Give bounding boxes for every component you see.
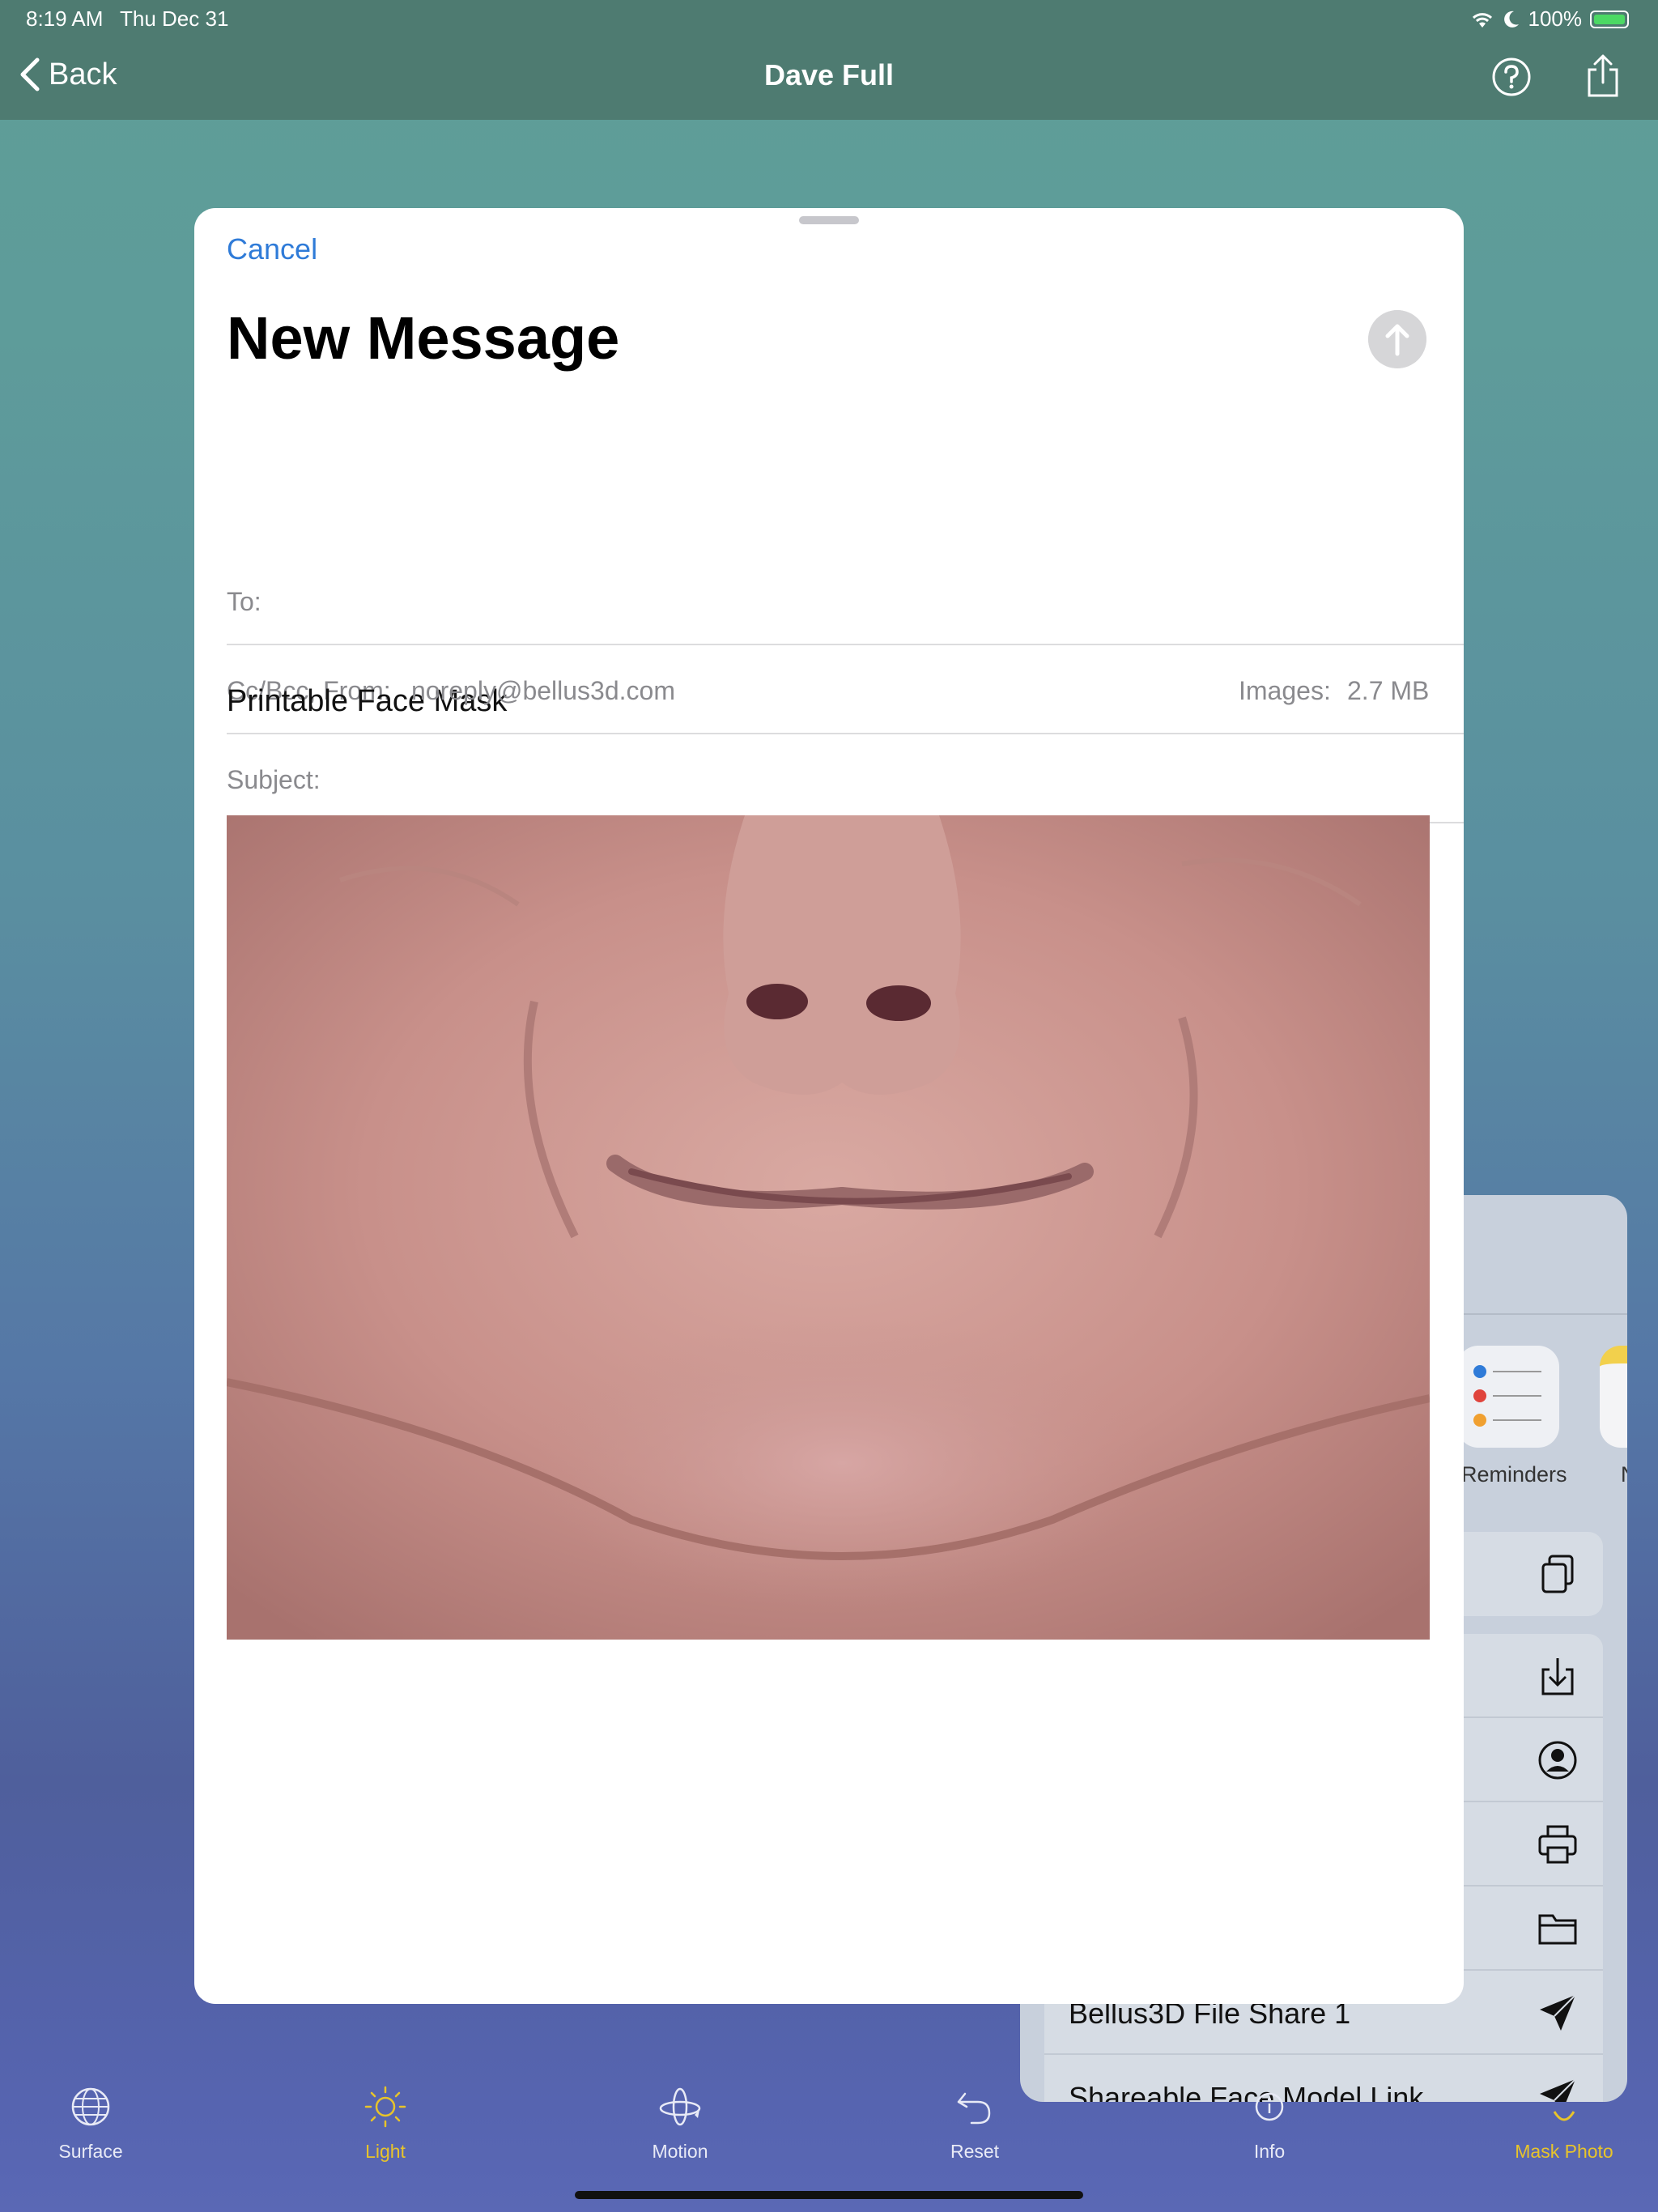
- tab-light[interactable]: Light: [304, 2082, 466, 2163]
- copy-icon: [1541, 1555, 1574, 1593]
- share-icon[interactable]: [1583, 53, 1623, 99]
- battery-percent: 100%: [1528, 6, 1583, 31]
- images-size-label: Images:: [1239, 676, 1331, 705]
- tab-label: Motion: [652, 2141, 708, 2162]
- battery-icon: [1590, 10, 1629, 28]
- folder-icon: [1538, 1914, 1577, 1945]
- tab-label: Info: [1253, 2141, 1286, 2162]
- tab-info[interactable]: Info: [1188, 2082, 1350, 2163]
- info-icon: [1255, 2092, 1284, 2121]
- save-download-icon: [1541, 1658, 1574, 1695]
- tab-label: Light: [365, 2141, 406, 2162]
- tab-label: Surface: [58, 2141, 123, 2162]
- subject-field[interactable]: Subject:: [227, 734, 1464, 823]
- sun-icon: [364, 2086, 406, 2128]
- app-label-notes: N: [1621, 1462, 1627, 1487]
- app-label-reminders: Reminders: [1461, 1462, 1567, 1487]
- send-arrow-icon: [1540, 1994, 1576, 2031]
- undo-icon: [957, 2092, 991, 2125]
- nav-title: Dave Full: [763, 58, 895, 91]
- reminders-icon[interactable]: [1457, 1346, 1559, 1448]
- tab-label: Reset: [950, 2141, 1000, 2162]
- cancel-button[interactable]: Cancel: [227, 232, 317, 266]
- status-bar: 8:19 AM Thu Dec 31 100%: [0, 0, 1658, 39]
- from-address[interactable]: noreply@bellus3d.com: [411, 676, 675, 706]
- images-size-value[interactable]: 2.7 MB: [1347, 676, 1429, 706]
- home-indicator[interactable]: [575, 2191, 1083, 2199]
- tab-label: Mask Photo: [1515, 2141, 1613, 2162]
- tab-surface[interactable]: Surface: [10, 2082, 172, 2163]
- globe-icon: [71, 2087, 110, 2126]
- to-field[interactable]: To:: [227, 556, 1464, 645]
- tab-reset[interactable]: Reset: [894, 2082, 1056, 2163]
- subject-label: Subject:: [227, 765, 321, 794]
- attached-face-image[interactable]: [227, 815, 1430, 1640]
- contact-icon: [1538, 1741, 1577, 1780]
- reminders-list-glyph: [1473, 1365, 1541, 1427]
- status-time: 8:19 AM: [26, 6, 104, 31]
- motion-icon: [659, 2087, 701, 2126]
- moon-icon: [1503, 11, 1519, 28]
- mask-icon: [1553, 2111, 1575, 2121]
- status-indicators: 100%: [1470, 6, 1629, 32]
- status-date: Thu Dec 31: [120, 6, 229, 31]
- nav-bar: Back Dave Full: [0, 39, 1658, 120]
- tab-motion[interactable]: Motion: [599, 2082, 761, 2163]
- compose-sheet: Cancel New Message To: Cc/Bcc, From: Sub…: [194, 208, 1464, 2004]
- help-icon[interactable]: [1491, 57, 1532, 97]
- tab-mask-photo[interactable]: Mask Photo: [1483, 2082, 1645, 2163]
- send-button[interactable]: [1368, 310, 1426, 368]
- notes-icon[interactable]: [1600, 1346, 1627, 1448]
- compose-title: New Message: [227, 304, 620, 372]
- tab-bar: Surface Light Motion Reset Info Mask Pho…: [0, 2065, 1658, 2212]
- to-label: To:: [227, 587, 261, 616]
- sheet-grabber[interactable]: [799, 216, 859, 224]
- wifi-icon: [1472, 12, 1492, 28]
- print-icon: [1538, 1825, 1577, 1864]
